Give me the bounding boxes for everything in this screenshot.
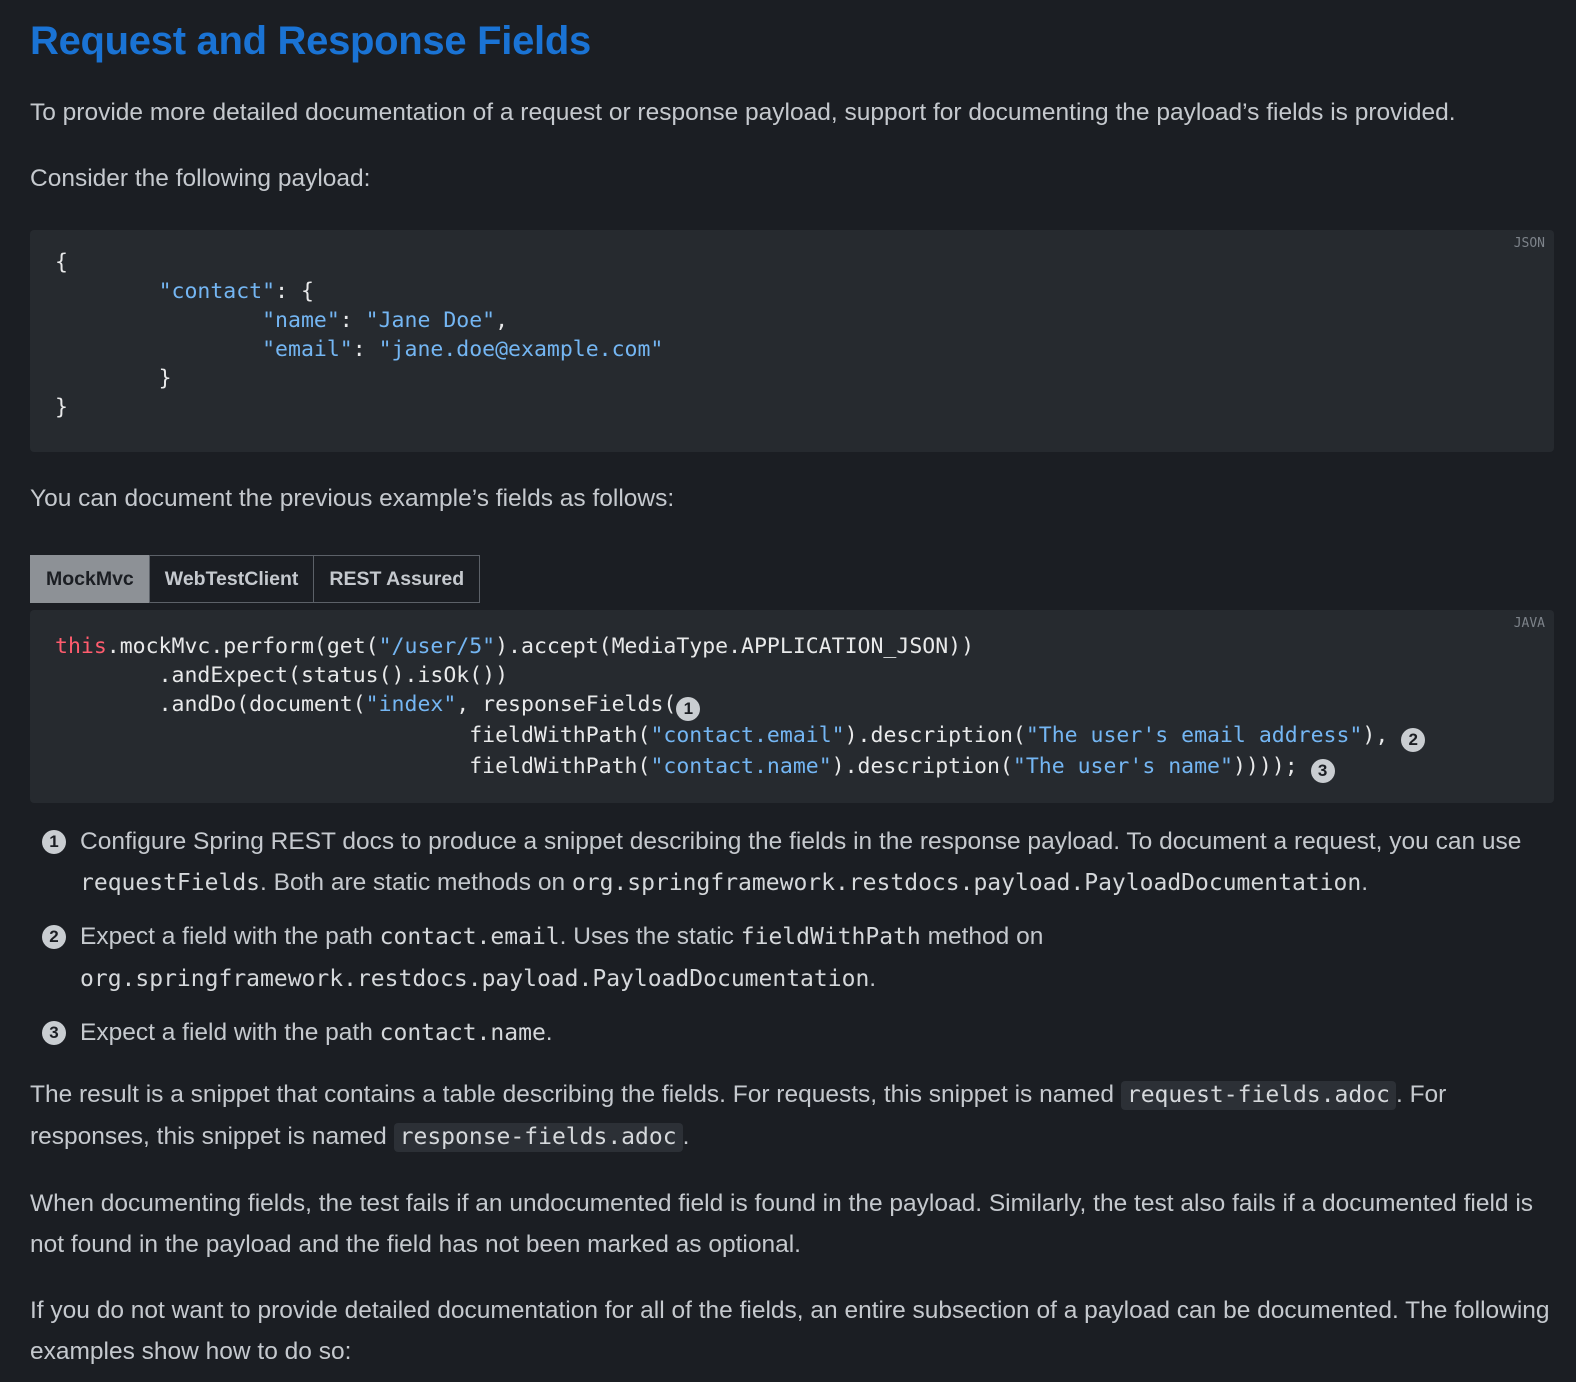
java-line: fieldWithPath("contact.email").descripti…: [55, 723, 1426, 752]
callout-2-icon: 2: [42, 925, 66, 949]
callout-3-icon: 3: [1310, 759, 1335, 783]
json-line: }: [55, 395, 68, 420]
code-tabs: MockMvc WebTestClient REST Assured: [30, 555, 1554, 603]
doc-page: Request and Response Fields To provide m…: [0, 0, 1576, 1382]
callout-text: Expect a field with the path contact.ema…: [80, 923, 1044, 992]
intro-paragraph: To provide more detailed documentation o…: [30, 99, 1456, 126]
callout-list-item: 2 Expect a field with the path contact.e…: [30, 916, 1554, 1000]
result-paragraph: The result is a snippet that contains a …: [30, 1081, 1447, 1152]
callout-text: Configure Spring REST docs to produce a …: [80, 828, 1522, 896]
document-as-paragraph: You can document the previous example’s …: [30, 485, 675, 512]
tab-webtestclient[interactable]: WebTestClient: [148, 555, 315, 603]
subsection-paragraph: If you do not want to provide detailed d…: [30, 1297, 1550, 1365]
tab-mockmvc[interactable]: MockMvc: [30, 555, 150, 603]
json-line: "contact": {: [158, 279, 314, 304]
section-heading: Request and Response Fields: [30, 19, 591, 63]
inline-code-response-fields: response-fields.adoc: [393, 1123, 683, 1152]
java-line: .andExpect(status().isOk()): [55, 663, 509, 688]
callout-text: Expect a field with the path contact.nam…: [80, 1019, 553, 1046]
callout-3-icon: 3: [42, 1021, 66, 1045]
code-language-label: JSON: [1513, 236, 1545, 251]
json-code-block[interactable]: JSON { "contact": { "name": "Jane Doe", "…: [30, 230, 1554, 452]
java-line: fieldWithPath("contact.name").descriptio…: [55, 754, 1335, 783]
undocumented-paragraph: When documenting fields, the test fails …: [30, 1190, 1534, 1258]
inline-code-request-fields: request-fields.adoc: [1120, 1081, 1396, 1110]
consider-paragraph: Consider the following payload:: [30, 165, 371, 192]
callout-list: 1 Configure Spring REST docs to produce …: [30, 821, 1554, 1054]
callout-list-item: 1 Configure Spring REST docs to produce …: [30, 821, 1554, 904]
callout-2-icon: 2: [1401, 728, 1426, 752]
json-line: "name": "Jane Doe",: [262, 308, 509, 333]
java-line: .andDo(document("index", responseFields(…: [55, 692, 701, 721]
tab-rest-assured[interactable]: REST Assured: [313, 555, 481, 603]
code-language-label: JAVA: [1513, 616, 1545, 631]
json-line: {: [55, 250, 68, 275]
java-code-block[interactable]: JAVA this.mockMvc.perform(get("/user/5").…: [30, 610, 1554, 803]
json-line: }: [158, 366, 172, 391]
java-line: this.mockMvc.perform(get("/user/5").acce…: [55, 634, 975, 659]
callout-1-icon: 1: [42, 830, 66, 854]
json-line: "email": "jane.doe@example.com": [262, 337, 664, 362]
callout-1-icon: 1: [676, 697, 701, 721]
callout-list-item: 3 Expect a field with the path contact.n…: [30, 1012, 1554, 1054]
